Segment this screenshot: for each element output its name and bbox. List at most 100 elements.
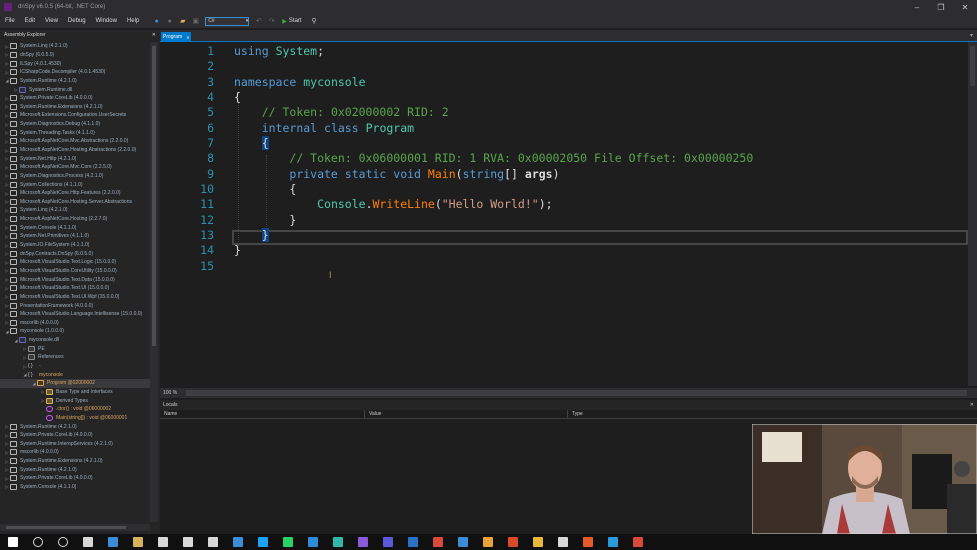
tree-node[interactable]: ▷ Microsoft.VisualStudio.Text.UI (15.0.0.… — [0, 284, 150, 293]
tree-node[interactable]: ▷ System.Threading.Tasks (4.1.1.0) — [0, 128, 150, 137]
chrome-icon[interactable] — [475, 534, 500, 550]
menu-view[interactable]: View — [40, 18, 63, 24]
tree-node[interactable]: ◢ System.Runtime (4.2.1.0) — [0, 77, 150, 86]
twitter-icon[interactable] — [250, 534, 275, 550]
tree-node[interactable]: ▷ References — [0, 353, 150, 362]
task-view-icon[interactable] — [75, 534, 100, 550]
close-tab-icon[interactable]: ✕ — [186, 35, 189, 40]
tree-node[interactable]: ◢ myconsole (1.0.0.0) — [0, 327, 150, 336]
close-icon[interactable]: ✕ — [152, 32, 156, 38]
tree-node[interactable]: ▷ dnSpy.Contracts.DnSpy (6.0.5.0) — [0, 249, 150, 258]
close-button[interactable]: ✕ — [953, 3, 977, 12]
code-line[interactable]: { — [234, 90, 964, 105]
tree-node[interactable]: ▷ Microsoft.AspNetCore.Hosting (2.2.7.0) — [0, 215, 150, 224]
scrollbar-thumb[interactable] — [970, 46, 975, 86]
file-explorer-icon[interactable] — [125, 534, 150, 550]
edge-icon[interactable] — [100, 534, 125, 550]
tree-node[interactable]: ▷ System.Runtime.dll — [0, 85, 150, 94]
column-header-type[interactable]: Type — [568, 410, 977, 418]
tree-node[interactable]: ▷ Microsoft.VisualStudio.Text.Data (15.0.… — [0, 275, 150, 284]
tree-node[interactable]: .ctor() : void @06000002 — [0, 405, 150, 414]
code-line[interactable]: private static void Main(string[] args) — [234, 167, 964, 182]
vscode-icon[interactable] — [300, 534, 325, 550]
tree-node[interactable]: ▷ System.Runtime (4.2.1.0) — [0, 465, 150, 474]
tree-node[interactable]: ▷ System.IO.FileSystem (4.1.1.0) — [0, 241, 150, 250]
tree-node[interactable]: ▷ Microsoft.Extensions.Configuration.User… — [0, 111, 150, 120]
tree-node[interactable]: ▷ dnSpy (6.0.5.0) — [0, 51, 150, 60]
gmail-icon[interactable] — [425, 534, 450, 550]
tree-node[interactable]: ▷ Microsoft.VisualStudio.Text.UI.Wpf (15.… — [0, 293, 150, 302]
tree-node[interactable]: ▷ System.Diagnostics.Debug (4.1.1.0) — [0, 120, 150, 129]
scrollbar-thumb[interactable] — [6, 526, 126, 529]
back-icon[interactable]: ● — [152, 17, 161, 26]
store-icon[interactable] — [150, 534, 175, 550]
photos-icon[interactable] — [450, 534, 475, 550]
column-header-name[interactable]: Name — [160, 410, 365, 418]
save-icon[interactable]: ▣ — [191, 17, 200, 26]
tree-node[interactable]: ▷ System.Runtime.Extensions (4.2.1.0) — [0, 102, 150, 111]
tree-node[interactable]: ▷ PresentationFramework (4.0.0.0) — [0, 301, 150, 310]
code-line[interactable]: { — [234, 136, 964, 151]
code-line[interactable]: namespace myconsole — [234, 75, 964, 90]
search-icon[interactable]: ⚲ — [310, 17, 319, 26]
tree-node[interactable]: Main(string[]) : void @06000001 — [0, 414, 150, 423]
tree-node[interactable]: ▷ System.Private.CoreLib (4.0.0.0) — [0, 474, 150, 483]
dnspy-icon[interactable] — [625, 534, 650, 550]
visual-studio-icon[interactable] — [350, 534, 375, 550]
teams-icon[interactable] — [375, 534, 400, 550]
code-line[interactable] — [234, 59, 964, 74]
tree-node[interactable]: ◢{ } myconsole — [0, 370, 150, 379]
tree-node[interactable]: ▷ mscorlib (4.0.0.0) — [0, 319, 150, 328]
tree-node[interactable]: ▷ ICSharpCode.Decompiler (4.0.1.4530) — [0, 68, 150, 77]
tree-node[interactable]: ▷ Microsoft.VisualStudio.CoreUtility (15.… — [0, 267, 150, 276]
tree-node[interactable]: ▷ System.Linq (4.2.1.0) — [0, 206, 150, 215]
tree-node[interactable]: ▷ System.Runtime.Extensions (4.2.1.0) — [0, 457, 150, 466]
redo-icon[interactable]: ↷ — [267, 17, 276, 26]
tree-node[interactable]: ▷ Microsoft.VisualStudio.Text.Logic (15.0… — [0, 258, 150, 267]
tree-node[interactable]: ◢ myconsole.dll — [0, 336, 150, 345]
tree-node[interactable]: ▷ Microsoft.VisualStudio.Language.Intelli… — [0, 310, 150, 319]
tree-node[interactable]: ▷ mscorlib (4.0.0.0) — [0, 448, 150, 457]
cortana-icon[interactable] — [50, 534, 75, 550]
tree-node[interactable]: ▷ System.Private.CoreLib (4.0.0.0) — [0, 431, 150, 440]
code-text[interactable]: using System; namespace myconsole{ // Tok… — [234, 44, 964, 274]
code-line[interactable]: } — [234, 213, 964, 228]
start-debug-button[interactable]: ▶ Start — [282, 18, 301, 25]
search-icon[interactable] — [25, 534, 50, 550]
code-line[interactable]: // Token: 0x06000001 RID: 1 RVA: 0x00002… — [234, 151, 964, 166]
tree-node[interactable]: ▷ System.Net.Http (4.2.1.0) — [0, 154, 150, 163]
tree-node[interactable]: ▷ System.Private.CoreLib (4.0.0.0) — [0, 94, 150, 103]
code-editor[interactable]: 1 2 3 4 5 6 7 8 9 10 11 12 13 14 15 using System; names… — [160, 42, 977, 388]
editor-horizontal-scrollbar[interactable] — [186, 390, 967, 396]
vscode-insiders-icon[interactable] — [325, 534, 350, 550]
tree-node[interactable]: ▷ System.Console (4.1.1.0) — [0, 483, 150, 492]
tree-node[interactable]: ▷ Derived Types — [0, 396, 150, 405]
tree-node[interactable]: ▷ ILSpy (4.0.1.4530) — [0, 59, 150, 68]
tree-node[interactable]: ▷ System.Linq (4.2.1.0) — [0, 42, 150, 51]
camtasia-icon[interactable] — [600, 534, 625, 550]
tree-node[interactable]: ▷ Microsoft.AspNetCore.Hosting.Abstractio… — [0, 146, 150, 155]
forward-icon[interactable]: ● — [165, 17, 174, 26]
whatsapp-icon[interactable] — [275, 534, 300, 550]
calendar-icon[interactable] — [200, 534, 225, 550]
tree-node[interactable]: ▷ Microsoft.AspNetCore.Mvc.Core (2.2.5.0) — [0, 163, 150, 172]
close-icon[interactable]: ✕ — [970, 402, 974, 408]
zoom-level[interactable]: 100 % — [160, 390, 182, 396]
tree-node[interactable]: ▷ System.Collections (4.1.1.0) — [0, 180, 150, 189]
code-line[interactable] — [234, 259, 964, 274]
tab-list-dropdown-icon[interactable]: ▾ — [970, 32, 973, 39]
tree-node[interactable]: ▷ Microsoft.AspNetCore.Mvc.Abstractions (… — [0, 137, 150, 146]
menu-debug[interactable]: Debug — [63, 18, 91, 24]
menu-edit[interactable]: Edit — [20, 18, 40, 24]
maximize-button[interactable]: ❐ — [929, 3, 953, 12]
camera-icon[interactable] — [550, 534, 575, 550]
minimize-button[interactable]: – — [905, 3, 929, 12]
tree-node[interactable]: ▷ Microsoft.AspNetCore.Http.Features (2.2… — [0, 189, 150, 198]
tree-node[interactable]: ▷ System.Runtime (4.2.1.0) — [0, 422, 150, 431]
mail-icon[interactable] — [175, 534, 200, 550]
editor-vertical-scrollbar[interactable] — [968, 42, 977, 386]
explorer-horizontal-scrollbar[interactable] — [0, 524, 150, 531]
tree-node[interactable]: ▷ System.Net.Primitives (4.1.1.0) — [0, 232, 150, 241]
windows-start-icon[interactable] — [0, 534, 25, 550]
tree-node[interactable]: ▷ PE — [0, 344, 150, 353]
